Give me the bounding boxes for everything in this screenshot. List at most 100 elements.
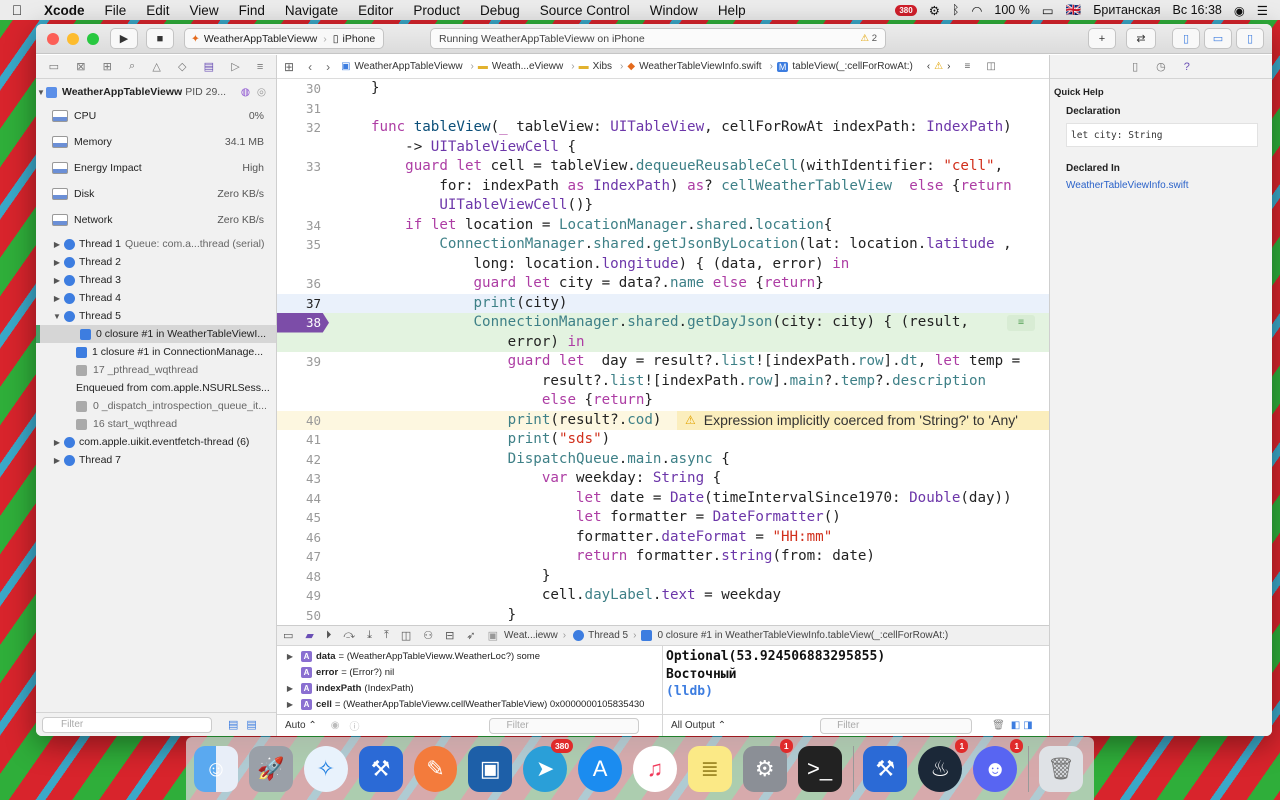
input-source-label[interactable]: Британская bbox=[1093, 3, 1160, 17]
crumb-group[interactable]: Weath...eVieww bbox=[492, 61, 563, 72]
minimize-window-button[interactable] bbox=[67, 33, 79, 45]
music-icon[interactable]: ♫ bbox=[633, 745, 677, 792]
menu-edit[interactable]: Edit bbox=[136, 3, 179, 18]
split-left-icon[interactable]: ◧ bbox=[1011, 720, 1020, 731]
prev-issue-icon[interactable]: ‹ bbox=[927, 61, 930, 72]
telegram-icon[interactable]: ➤ 380 bbox=[523, 738, 574, 792]
terminal-icon[interactable]: >_ bbox=[797, 745, 842, 792]
debug-navigator-icon[interactable]: ▤ bbox=[204, 60, 214, 73]
memory-graph-icon[interactable]: ⚇ bbox=[423, 629, 433, 642]
inline-warning[interactable]: ⚠ Expression implicitly coerced from 'Str… bbox=[677, 410, 1049, 430]
menu-editor[interactable]: Editor bbox=[348, 3, 403, 18]
forward-icon[interactable]: › bbox=[326, 60, 330, 74]
menu-find[interactable]: Find bbox=[229, 3, 275, 18]
gauge-cpu[interactable]: CPU 0% bbox=[36, 107, 276, 125]
library-button[interactable]: + bbox=[1088, 28, 1116, 49]
thread-row[interactable]: ▶ Thread 3 bbox=[36, 271, 276, 289]
history-icon[interactable]: ◷ bbox=[1156, 60, 1166, 73]
thread-row[interactable]: ▼ Thread 5 bbox=[36, 307, 276, 325]
xcode-icon[interactable]: ⚒ bbox=[358, 745, 403, 792]
menu-source-control[interactable]: Source Control bbox=[530, 3, 640, 18]
variables-scope-select[interactable]: Auto ⌃ bbox=[285, 720, 317, 731]
input-source-flag-icon[interactable]: 🇬🇧 bbox=[1066, 3, 1082, 18]
postman-icon[interactable]: ✎ bbox=[413, 745, 458, 792]
more-icon[interactable]: ◎ bbox=[257, 86, 266, 98]
toggle-debug-area-button[interactable]: ▭ bbox=[1204, 28, 1232, 49]
disclosure-icon[interactable]: ▼ bbox=[52, 312, 62, 321]
status-gear-icon[interactable]: ⚙ bbox=[929, 3, 940, 18]
gauge-disk[interactable]: Disk Zero KB/s bbox=[36, 185, 276, 203]
xcode-simulator-icon[interactable]: ⚒ bbox=[863, 745, 908, 792]
warning-icon[interactable]: ⚠ bbox=[934, 61, 943, 72]
console-filter-input[interactable]: Filter bbox=[820, 717, 973, 734]
close-window-button[interactable] bbox=[47, 33, 59, 45]
system-preferences-icon[interactable]: ⚙ 1 bbox=[742, 738, 793, 792]
filter-option-icon[interactable]: ▤ bbox=[228, 718, 238, 731]
app-store-icon[interactable]: A bbox=[578, 745, 622, 792]
process-row[interactable]: ▼ WeatherAppTableVieww PID 29... ◍ ◎ bbox=[36, 83, 276, 101]
variable-row[interactable]: Aerror = (Error?) nil bbox=[277, 664, 662, 680]
crumb-xibs[interactable]: Xibs bbox=[593, 61, 612, 72]
code-area[interactable]: 30} 31 32 func tableView(_ tableView: UIT… bbox=[277, 79, 1049, 625]
menu-view[interactable]: View bbox=[180, 3, 229, 18]
menu-navigate[interactable]: Navigate bbox=[275, 3, 348, 18]
code-review-button[interactable]: ⇄ bbox=[1126, 28, 1156, 49]
editor-options-icon[interactable]: ≡ bbox=[964, 61, 970, 72]
back-icon[interactable]: ‹ bbox=[308, 60, 312, 74]
control-center-icon[interactable]: ☰ bbox=[1257, 3, 1268, 18]
console-view[interactable]: Optional(53.924506883295855) Восточный (… bbox=[663, 646, 1049, 736]
gauge-network[interactable]: Network Zero KB/s bbox=[36, 211, 276, 229]
find-icon[interactable]: ⌕ bbox=[129, 60, 135, 73]
bluetooth-icon[interactable]: ᛒ bbox=[952, 3, 960, 17]
menu-window[interactable]: Window bbox=[640, 3, 708, 18]
disclosure-icon[interactable]: ▶ bbox=[52, 456, 62, 465]
sourcetree-icon[interactable]: ▣ bbox=[468, 745, 513, 792]
stack-frame[interactable]: 17 _pthread_wqthread bbox=[36, 361, 276, 379]
crumb-file[interactable]: WeatherTableViewInfo.swift bbox=[639, 61, 761, 72]
variables-filter-input[interactable]: Filter bbox=[489, 717, 640, 734]
siri-icon[interactable]: ◉ bbox=[1234, 3, 1245, 18]
clock[interactable]: Вс 16:38 bbox=[1173, 3, 1222, 17]
safari-icon[interactable]: ✧ bbox=[303, 745, 348, 792]
stack-frame[interactable]: 16 start_wqthread bbox=[36, 415, 276, 433]
stack-frame-selected[interactable]: 0 closure #1 in WeatherTableViewI... bbox=[36, 325, 276, 343]
variable-row[interactable]: ▶ Acell = (WeatherAppTableVieww.cellWeathe… bbox=[277, 696, 662, 712]
trash-icon[interactable]: 🗑 bbox=[992, 720, 1005, 731]
finder-icon[interactable]: ☺ bbox=[194, 745, 238, 792]
disclosure-icon[interactable]: ▶ bbox=[52, 438, 62, 447]
console-output-select[interactable]: All Output ⌃ bbox=[671, 720, 726, 731]
location-icon[interactable]: ➶ bbox=[466, 629, 475, 642]
declared-in-link[interactable]: WeatherTableViewInfo.swift bbox=[1066, 180, 1272, 191]
environment-icon[interactable]: ⊟ bbox=[445, 629, 454, 642]
thread-row[interactable]: ▶ com.apple.uikit.eventfetch-thread (6) bbox=[36, 433, 276, 451]
disclosure-icon[interactable]: ▼ bbox=[36, 88, 46, 97]
launchpad-icon[interactable]: 🚀 bbox=[248, 745, 293, 792]
variable-row[interactable]: ▶ AindexPath (IndexPath) bbox=[277, 680, 662, 696]
stack-frame[interactable]: 1 closure #1 in ConnectionManage... bbox=[36, 343, 276, 361]
test-icon[interactable]: ◇ bbox=[178, 60, 186, 73]
disclosure-icon[interactable]: ▶ bbox=[52, 294, 62, 303]
menu-product[interactable]: Product bbox=[403, 3, 470, 18]
continue-icon[interactable]: ⏵ bbox=[326, 629, 332, 642]
battery-icon[interactable]: ▭ bbox=[1042, 3, 1054, 18]
apple-menu-icon[interactable]:  bbox=[0, 2, 34, 18]
split-right-icon[interactable]: ◨ bbox=[1023, 720, 1032, 731]
filter-option-icon-2[interactable]: ▤ bbox=[246, 718, 256, 731]
hide-debug-area-icon[interactable]: ▭ bbox=[283, 629, 293, 642]
stack-frame[interactable]: 0 _dispatch_introspection_queue_it... bbox=[36, 397, 276, 415]
thread-row[interactable]: ▶ Thread 2 bbox=[36, 253, 276, 271]
view-debugger-icon[interactable]: ◫ bbox=[401, 629, 411, 642]
gauge-memory[interactable]: Memory 34.1 MB bbox=[36, 133, 276, 151]
source-control-icon[interactable]: ⊠ bbox=[76, 60, 85, 73]
file-inspector-icon[interactable]: ▯ bbox=[1132, 60, 1138, 73]
menu-app[interactable]: Xcode bbox=[34, 3, 95, 18]
disclosure-icon[interactable]: ▶ bbox=[52, 258, 62, 267]
crumb-project[interactable]: WeatherAppTableVieww bbox=[355, 61, 463, 72]
report-icon[interactable]: ≡ bbox=[257, 61, 263, 73]
step-into-icon[interactable]: ⤓ bbox=[367, 629, 372, 642]
disclosure-icon[interactable]: ▶ bbox=[285, 700, 295, 709]
thread-row[interactable]: ▶ Thread 4 bbox=[36, 289, 276, 307]
notes-icon[interactable]: ≣ bbox=[687, 745, 732, 792]
menu-file[interactable]: File bbox=[95, 3, 137, 18]
eye-icon[interactable]: ◉ bbox=[331, 720, 340, 731]
